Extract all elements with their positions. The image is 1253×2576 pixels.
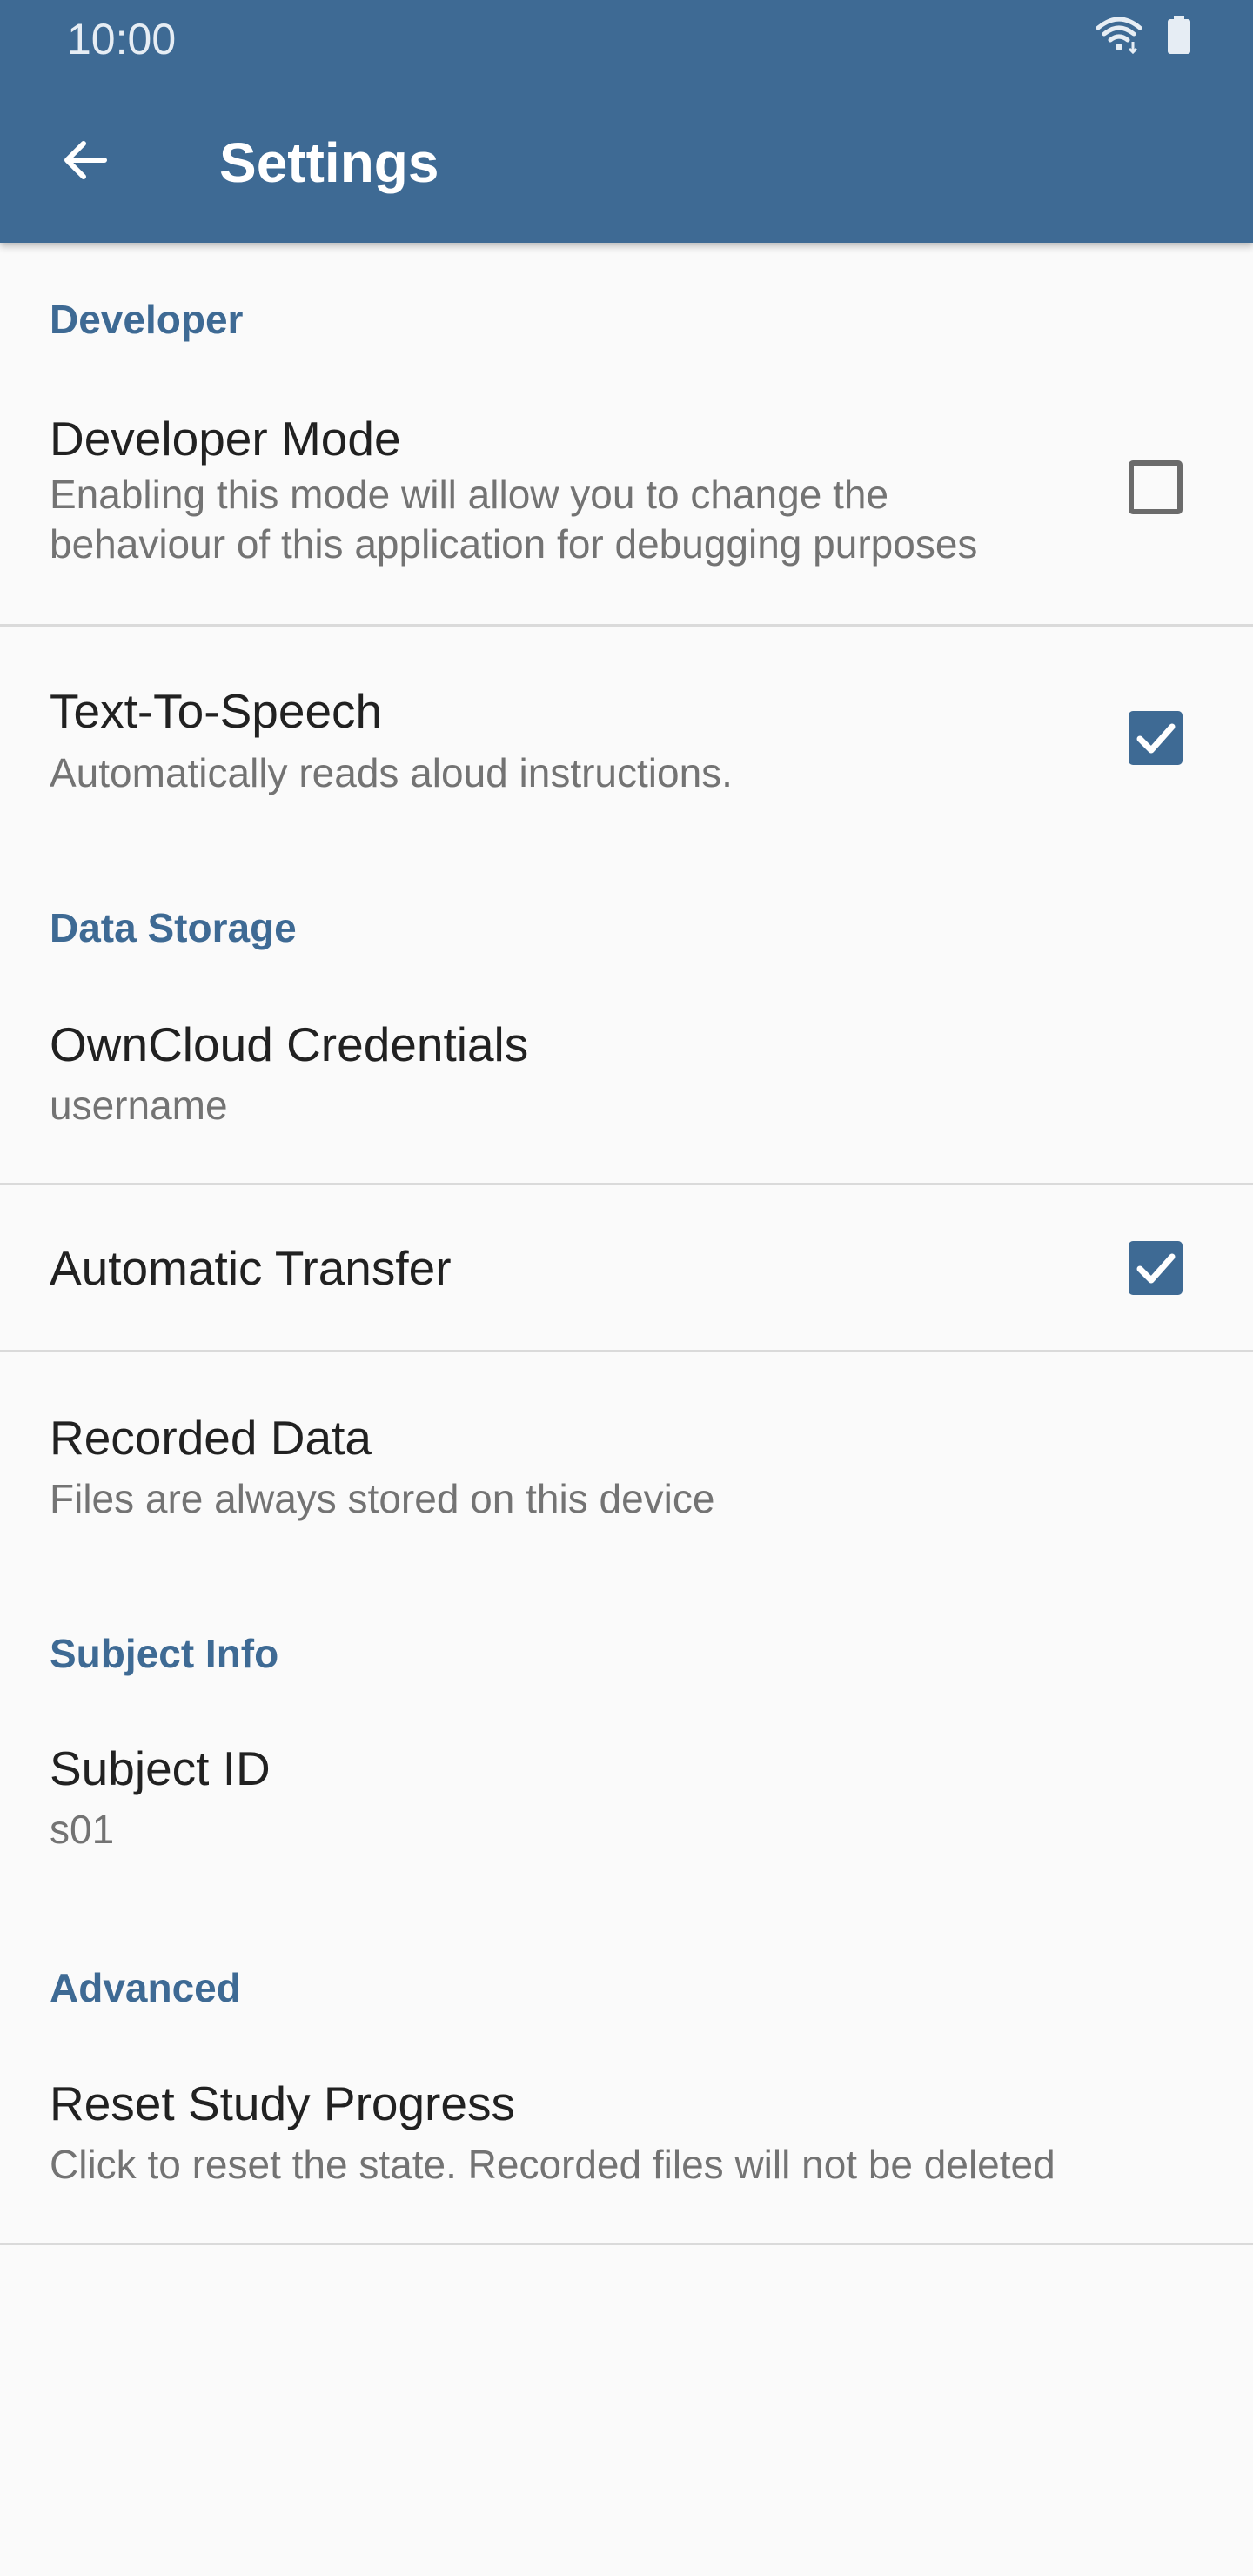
pref-title: Developer Mode	[50, 412, 401, 466]
pref-automatic-transfer[interactable]: Automatic Transfer	[0, 1185, 1253, 1350]
pref-title: Text-To-Speech	[50, 684, 383, 738]
status-time: 10:00	[67, 15, 177, 64]
app-bar: 10:00 Settings	[0, 0, 1253, 243]
automatic-transfer-checkbox[interactable]	[1129, 1241, 1183, 1295]
pref-subject-id[interactable]: Subject ID s01	[0, 1714, 1253, 1906]
status-icons	[1095, 16, 1192, 54]
pref-title: Recorded Data	[50, 1411, 372, 1465]
pref-summary: s01	[50, 1807, 115, 1852]
pref-title: OwnCloud Credentials	[50, 1017, 529, 1071]
check-icon	[1136, 1253, 1176, 1284]
pref-summary: Click to reset the state. Recorded files…	[50, 2142, 1055, 2187]
pref-summary: username	[50, 1083, 228, 1128]
pref-summary: Enabling this mode will allow you to cha…	[50, 470, 1076, 569]
battery-icon	[1166, 16, 1192, 54]
pref-title: Automatic Transfer	[50, 1241, 452, 1295]
pref-developer-mode[interactable]: Developer Mode Enabling this mode will a…	[0, 383, 1253, 624]
pref-reset-study-progress[interactable]: Reset Study Progress Click to reset the …	[0, 2049, 1253, 2243]
divider	[0, 2243, 1253, 2245]
section-header-data-storage: Data Storage	[50, 905, 297, 950]
arrow-back-icon	[59, 134, 111, 191]
pref-summary: Files are always stored on this device	[50, 1476, 715, 1521]
check-icon	[1136, 723, 1176, 754]
text-to-speech-checkbox[interactable]	[1129, 711, 1183, 765]
divider	[0, 624, 1253, 627]
summary-line: behaviour of this application for debugg…	[50, 521, 978, 567]
pref-text-to-speech[interactable]: Text-To-Speech Automatically reads aloud…	[0, 661, 1253, 818]
pref-title: Subject ID	[50, 1741, 271, 1795]
summary-line: Enabling this mode will allow you to cha…	[50, 472, 889, 517]
pref-owncloud-credentials[interactable]: OwnCloud Credentials username	[0, 992, 1253, 1184]
pref-title: Reset Study Progress	[50, 2076, 515, 2130]
developer-mode-checkbox[interactable]	[1129, 460, 1183, 514]
back-button[interactable]	[49, 125, 122, 198]
pref-summary: Automatically reads aloud instructions.	[50, 750, 733, 795]
page-title: Settings	[219, 131, 439, 194]
section-header-developer: Developer	[50, 297, 244, 342]
section-header-advanced: Advanced	[50, 1965, 241, 2010]
pref-recorded-data[interactable]: Recorded Data Files are always stored on…	[0, 1352, 1253, 1544]
section-header-subject-info: Subject Info	[50, 1631, 279, 1676]
wifi-icon	[1095, 16, 1143, 54]
